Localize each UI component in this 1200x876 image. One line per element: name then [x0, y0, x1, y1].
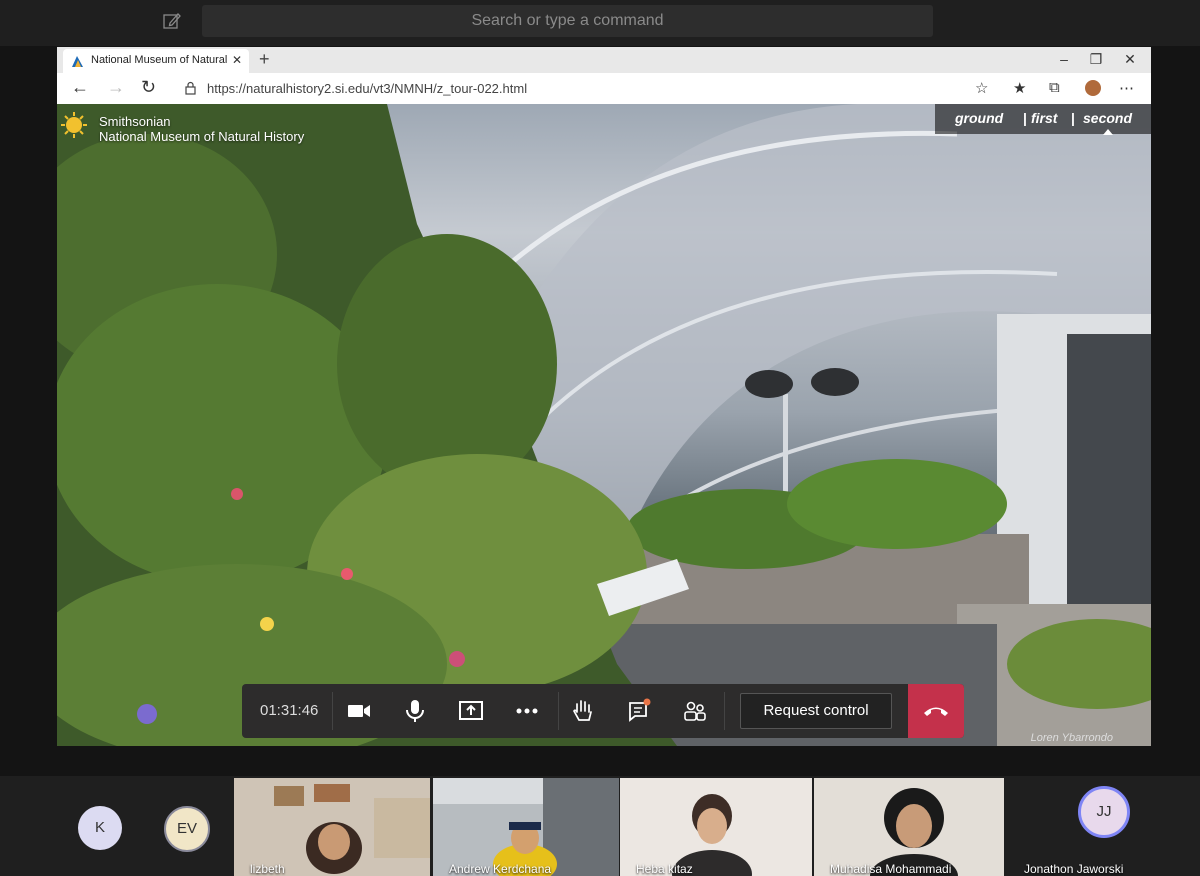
divider — [558, 692, 559, 730]
favorite-star-icon[interactable]: ☆ — [975, 79, 988, 97]
smithsonian-favicon-icon — [72, 56, 83, 67]
participant-video-tile[interactable]: Andrew Kerdchana — [433, 778, 619, 876]
more-options-icon[interactable]: ⋯ — [1119, 79, 1134, 97]
participants-icon[interactable] — [682, 698, 708, 724]
active-floor-marker-icon — [1103, 129, 1113, 135]
tab-title: National Museum of Natural His — [91, 54, 227, 66]
participant-avatar: K — [78, 806, 122, 850]
browser-tab-strip: National Museum of Natural His ✕ + – ❐ ✕ — [57, 47, 1151, 73]
favorites-icon[interactable]: ★ — [1013, 79, 1026, 97]
compose-icon[interactable] — [162, 11, 182, 31]
floor-ground-link[interactable]: ground — [955, 110, 1003, 126]
participant-name: Jonathon Jaworski — [1024, 862, 1124, 876]
participant-name: Muhadisa Mohammadi — [830, 862, 952, 876]
refresh-icon[interactable]: ↻ — [141, 77, 156, 98]
call-timer: 01:31:46 — [260, 702, 319, 719]
participant-tile[interactable]: EV — [146, 778, 232, 876]
collections-icon[interactable]: ⧉ — [1049, 79, 1060, 96]
brand-subtitle: National Museum of Natural History — [99, 129, 305, 144]
participant-name: lizbeth — [250, 862, 285, 876]
more-icon[interactable] — [514, 698, 540, 724]
smithsonian-sun-logo — [61, 112, 87, 138]
participant-tile[interactable]: JJ Jonathon Jaworski — [1008, 778, 1200, 876]
restore-icon[interactable]: ❐ — [1081, 50, 1111, 68]
browser-tab[interactable]: National Museum of Natural His ✕ — [63, 49, 249, 73]
url-field[interactable]: https://naturalhistory2.si.edu/vt3/NMNH/… — [207, 81, 527, 96]
close-window-icon[interactable]: ✕ — [1115, 50, 1145, 68]
share-screen-icon[interactable] — [458, 698, 484, 724]
hang-up-icon — [924, 707, 948, 716]
participant-avatar: JJ — [1078, 786, 1130, 838]
close-tab-icon[interactable]: ✕ — [232, 53, 242, 67]
participant-tile[interactable]: K — [60, 778, 140, 876]
shared-browser-window: National Museum of Natural His ✕ + – ❐ ✕… — [57, 47, 1151, 746]
brand-title: Smithsonian — [99, 114, 171, 129]
camera-icon[interactable] — [346, 698, 372, 724]
participant-name: Andrew Kerdchana — [449, 862, 552, 876]
search-input[interactable]: Search or type a command — [202, 5, 933, 37]
divider — [724, 692, 725, 730]
profile-avatar[interactable] — [1085, 80, 1101, 96]
back-icon[interactable]: ← — [71, 77, 89, 98]
lock-icon — [185, 81, 196, 95]
microphone-icon[interactable] — [402, 698, 428, 724]
participant-video-tile[interactable]: Heba kitaz — [620, 778, 812, 876]
participant-video-tile[interactable]: Muhadisa Mohammadi — [814, 778, 1004, 876]
tour-panorama-image — [57, 104, 1151, 746]
participant-video-tile[interactable]: lizbeth — [234, 778, 430, 876]
minimize-icon[interactable]: – — [1049, 50, 1079, 68]
floor-first-link[interactable]: first — [1031, 110, 1057, 126]
virtual-tour-scene[interactable]: Smithsonian National Museum of Natural H… — [57, 104, 1151, 746]
participant-avatar: EV — [164, 806, 210, 852]
floor-second-link[interactable]: second — [1083, 110, 1132, 126]
participant-strip: K EV lizbeth Andrew Kerdchana Heba kitaz — [0, 776, 1200, 876]
address-bar: ← → ↻ https://naturalhistory2.si.edu/vt3… — [57, 73, 1151, 105]
call-control-bar: 01:31:46 Request control — [242, 684, 964, 738]
participant-name: Heba kitaz — [636, 862, 693, 876]
floor-selector: ground | first | second — [935, 104, 1151, 135]
new-tab-icon[interactable]: + — [259, 49, 270, 70]
request-control-button[interactable]: Request control — [740, 693, 892, 729]
hang-up-button[interactable] — [908, 684, 964, 738]
photo-credit: Loren Ybarrondo — [1030, 732, 1113, 744]
teams-top-bar: Search or type a command — [0, 0, 1200, 46]
divider — [332, 692, 333, 730]
raise-hand-icon[interactable] — [570, 698, 596, 724]
chat-icon[interactable] — [626, 698, 652, 724]
forward-icon[interactable]: → — [107, 77, 125, 98]
